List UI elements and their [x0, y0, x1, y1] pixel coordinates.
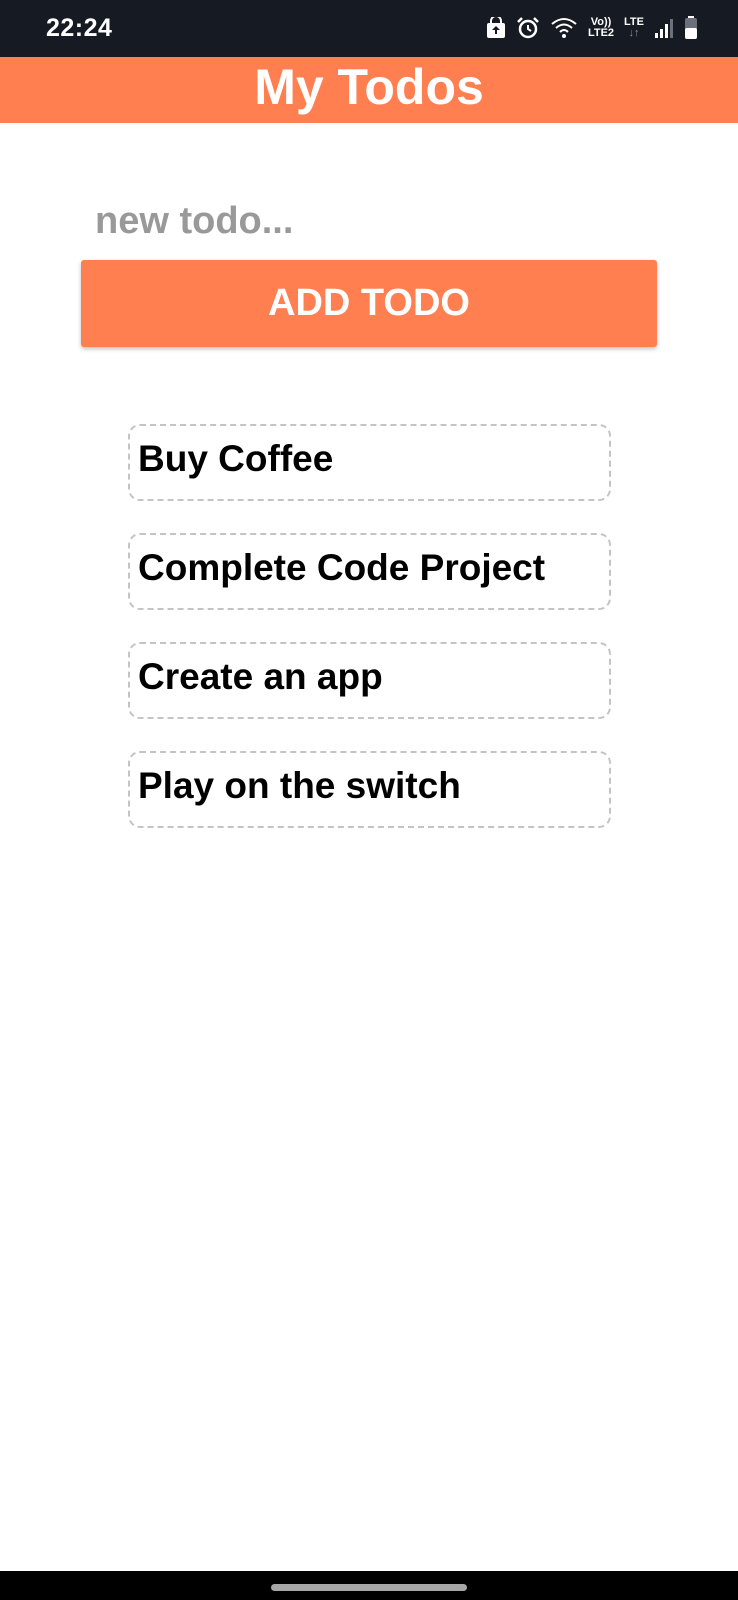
- vpn-lock-icon: [486, 17, 506, 39]
- todo-text: Complete Code Project: [138, 546, 546, 588]
- todo-text: Buy Coffee: [138, 437, 334, 479]
- app-header: My Todos: [0, 57, 738, 123]
- signal-icon: [654, 17, 674, 39]
- status-icons: Vo)) LTE2 LTE ↓↑: [486, 13, 698, 43]
- todo-item[interactable]: Play on the switch: [128, 751, 611, 828]
- todo-text: Play on the switch: [138, 764, 461, 806]
- add-todo-button[interactable]: ADD TODO: [81, 260, 657, 347]
- todo-item[interactable]: Buy Coffee: [128, 424, 611, 501]
- battery-icon: [684, 16, 698, 40]
- todo-text: Create an app: [138, 655, 383, 697]
- status-time: 22:24: [46, 14, 113, 42]
- wifi-icon: [550, 17, 578, 39]
- status-bar: 22:24 Vo)) LTE2 LTE ↓↑: [0, 0, 738, 57]
- new-todo-input[interactable]: [95, 195, 655, 247]
- lte2-label: LTE2: [587, 27, 615, 39]
- todo-item[interactable]: Complete Code Project: [128, 533, 611, 610]
- lte-indicator: LTE ↓↑: [624, 17, 644, 39]
- volte-indicator: Vo)) LTE2: [588, 17, 614, 39]
- alarm-icon: [516, 16, 540, 40]
- todo-item[interactable]: Create an app: [128, 642, 611, 719]
- home-indicator[interactable]: [271, 1584, 467, 1591]
- todo-list: Buy Coffee Complete Code Project Create …: [128, 424, 611, 860]
- data-arrows-icon: ↓↑: [628, 27, 640, 39]
- page-title: My Todos: [254, 59, 484, 115]
